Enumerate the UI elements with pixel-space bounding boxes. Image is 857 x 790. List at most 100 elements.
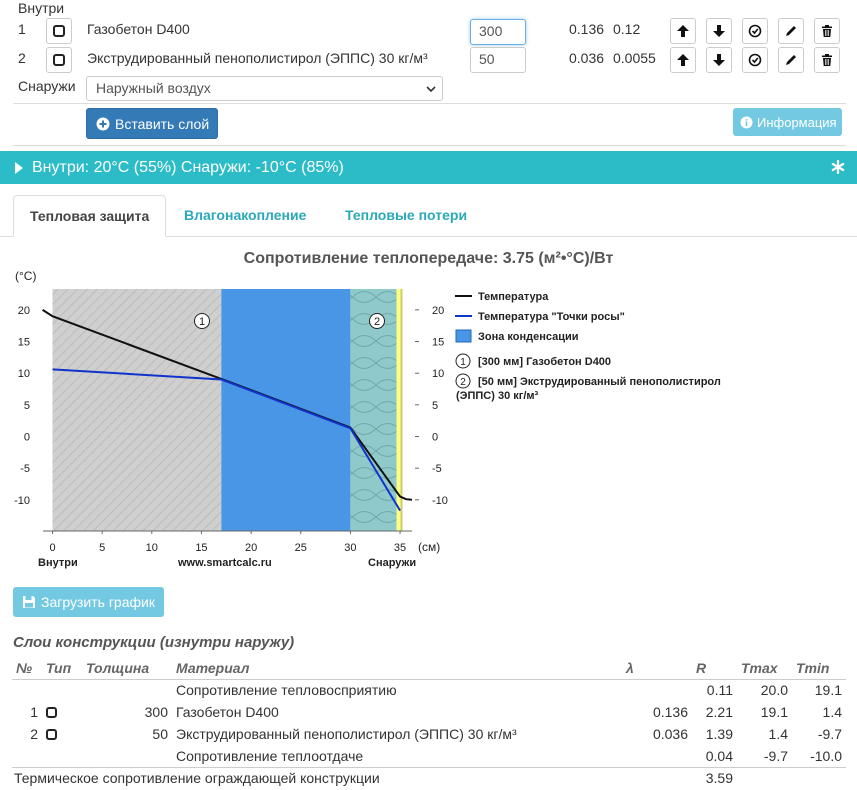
col-header: λ (622, 657, 692, 680)
legend-layer2: [50 мм] Экструдированный пенополистирол (478, 376, 721, 388)
col-header: Tmin (792, 657, 846, 680)
legend-layer1: [300 мм] Газобетон D400 (478, 356, 611, 368)
delete-button[interactable] (814, 47, 840, 73)
move-up-button[interactable] (670, 47, 696, 73)
lambda-value: 0.136 (569, 21, 605, 37)
table-row: 2 50 Экструдированный пенополистирол (ЭП… (12, 723, 846, 745)
inside-axis-label: Внутри (38, 557, 78, 569)
insert-layer-label: Вставить слой (115, 115, 210, 132)
lambda-value: 0.036 (569, 50, 605, 66)
y-unit-label: (°C) (15, 269, 36, 283)
y-tick-label-right: 10 (432, 368, 444, 380)
outside-axis-label: Снаружи (368, 557, 416, 569)
y-tick-label: 20 (18, 305, 30, 317)
pencil-icon (786, 55, 796, 65)
col-header: R (692, 657, 737, 680)
check-button[interactable] (742, 47, 768, 73)
col-header: № (12, 657, 42, 680)
y-tick-label-right: 0 (432, 432, 438, 444)
tab-thermal[interactable]: Тепловая защита (13, 195, 167, 237)
site-label: www.smartcalc.ru (177, 557, 272, 569)
outside-label: Снаружи (18, 78, 76, 94)
material-cell: Сопротивление тепловосприятию (176, 682, 397, 699)
table-total-row: Термическое сопротивление ограждающей ко… (12, 767, 846, 789)
col-header: Материал (172, 657, 622, 680)
thermal-chart: 0 5 10 15 20 25 30 35 20 20 15 15 10 10 5 5 0 0 -5 -5 -10 -10… (14, 269, 721, 569)
trash-icon (822, 54, 832, 66)
x-unit-label: (см) (418, 540, 440, 554)
pencil-icon (786, 26, 796, 36)
y-tick-label-right: 20 (432, 305, 444, 317)
load-chart-button[interactable]: Загрузить график (13, 587, 164, 617)
x-tick-label: 0 (49, 542, 55, 554)
insert-layer-button[interactable]: Вставить слой (86, 108, 218, 139)
move-up-button[interactable] (670, 18, 696, 44)
table-row: Сопротивление тепловосприятию 0.11 20.0 … (12, 679, 846, 701)
total-label: Термическое сопротивление ограждающей ко… (14, 770, 380, 787)
x-tick-label: 15 (195, 542, 207, 554)
thickness-input[interactable]: 50 (470, 47, 526, 73)
x-tick-label: 30 (344, 542, 356, 554)
asterisk-icon[interactable] (831, 160, 845, 174)
y-tick-label-right: -5 (432, 463, 442, 475)
caret-right-icon (15, 161, 23, 174)
edit-button[interactable] (778, 18, 804, 44)
legend-condensation-swatch (455, 329, 472, 343)
outer-film-strip (400, 289, 403, 531)
square-icon (46, 707, 57, 718)
legend-badge-number: 1 (460, 357, 466, 368)
y-tick-label-right: -10 (432, 495, 448, 507)
tab-moisture[interactable]: Влагонакопление (168, 195, 322, 237)
square-icon (46, 729, 57, 740)
layer-type-button[interactable] (46, 18, 72, 44)
mu-value: 0.12 (613, 21, 641, 37)
col-header: Толщина (82, 657, 172, 680)
conditions-bar[interactable]: Внутри: 20°C (55%) Снаружи: -10°C (85%) (0, 151, 857, 184)
legend-layer2-cont: (ЭППС) 30 кг/м³ (456, 390, 539, 402)
x-tick-label: 20 (245, 542, 257, 554)
outside-select[interactable]: Наружный воздух (86, 76, 443, 101)
outside-select-value: Наружный воздух (96, 80, 211, 96)
info-icon (740, 116, 753, 128)
col-header: Tmax (737, 657, 792, 680)
condensation-zone (221, 289, 351, 531)
y-tick-label: 5 (24, 400, 30, 412)
trash-icon (822, 25, 832, 37)
layer-number: 2 (18, 50, 26, 66)
layer-name[interactable]: Экструдированный пенополистирол (ЭППС) 3… (87, 50, 428, 66)
delete-button[interactable] (814, 18, 840, 44)
layer-type-button[interactable] (46, 47, 72, 73)
total-value: 3.59 (705, 770, 733, 787)
layer-badge-number: 2 (374, 316, 380, 328)
material-cell: Экструдированный пенополистирол (ЭППС) 3… (176, 726, 517, 742)
legend-temperature: Температура (478, 291, 549, 303)
move-down-button[interactable] (706, 18, 732, 44)
tab-heatloss[interactable]: Тепловые потери (329, 195, 483, 237)
x-tick-label: 5 (99, 542, 105, 554)
layers-table: № Тип Толщина Материал λ R Tmax Tmin Соп… (12, 657, 846, 789)
arrow-up-icon (677, 25, 689, 37)
layer-badge-number: 1 (199, 316, 205, 328)
x-tick-label: 25 (295, 542, 307, 554)
edit-button[interactable] (778, 47, 804, 73)
table-row: Сопротивление теплоотдаче 0.04 -9.7 -10.… (12, 745, 846, 767)
load-chart-label: Загрузить график (41, 594, 155, 610)
info-label: Информация (757, 114, 837, 130)
y-tick-label: -5 (20, 463, 30, 475)
info-button[interactable]: Информация (733, 108, 842, 136)
square-icon (53, 25, 65, 37)
arrow-down-icon (713, 54, 725, 66)
inside-label: Внутри (18, 0, 65, 16)
y-tick-label: -10 (14, 495, 30, 507)
divider (13, 103, 846, 104)
table-caption: Слои конструкции (изнутри наружу) (13, 634, 295, 651)
col-header: Тип (42, 657, 82, 680)
y-tick-label: 10 (18, 368, 30, 380)
move-down-button[interactable] (706, 47, 732, 73)
material-cell: Сопротивление теплоотдаче (176, 747, 364, 764)
arrow-up-icon (677, 54, 689, 66)
layer-name[interactable]: Газобетон D400 (87, 21, 190, 37)
check-button[interactable] (742, 18, 768, 44)
thickness-input[interactable]: 300 (470, 19, 526, 45)
y-tick-label: 0 (24, 432, 30, 444)
